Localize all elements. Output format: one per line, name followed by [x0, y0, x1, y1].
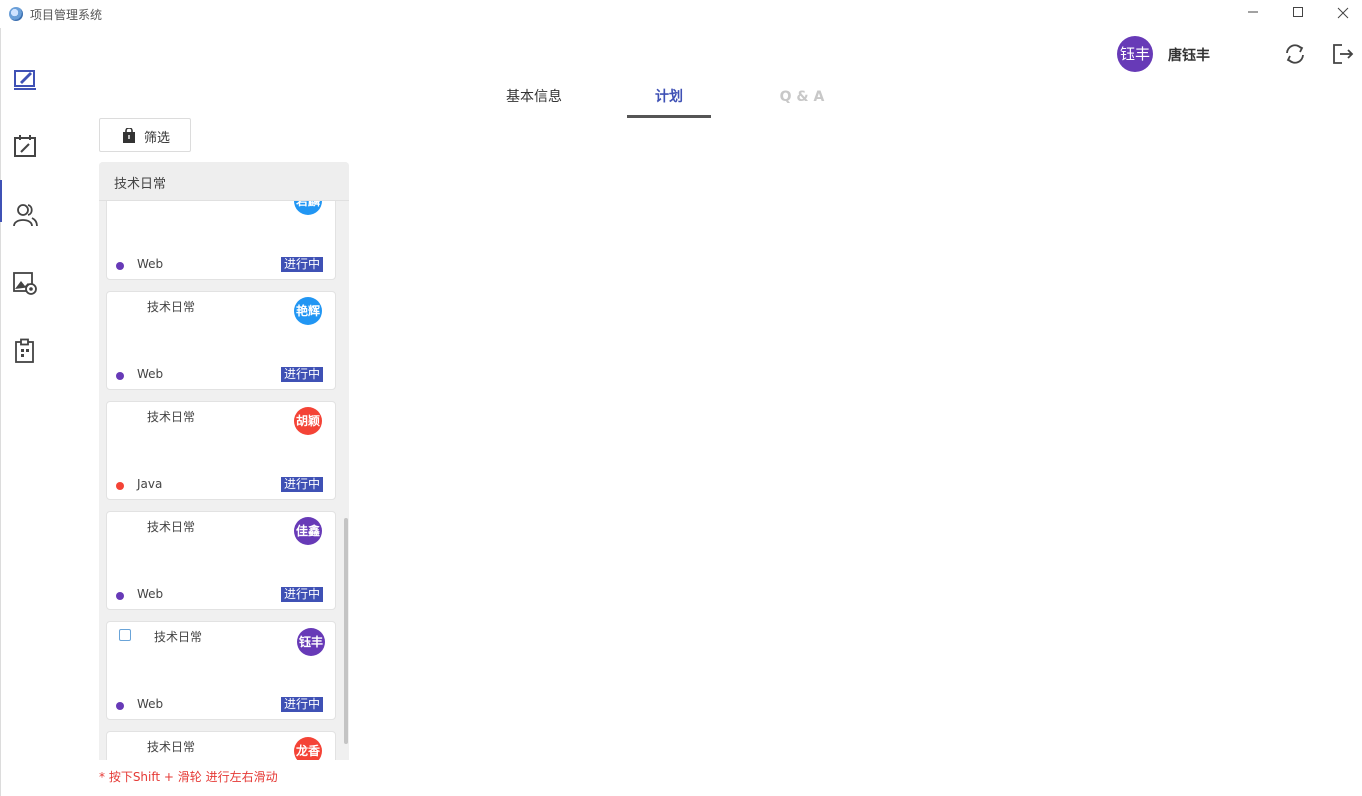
clipboard-icon	[15, 338, 34, 363]
status-badge: 进行中	[281, 697, 324, 712]
tech-dot-icon	[116, 372, 124, 380]
card-tech: Web	[137, 697, 164, 711]
logout-button[interactable]	[1331, 42, 1355, 66]
column-header: 技术日常	[99, 162, 349, 201]
refresh-icon	[1286, 44, 1304, 64]
edit-note-icon	[14, 70, 36, 90]
task-card[interactable]: 若麟 Web 进行中	[106, 201, 336, 280]
card-title: 技术日常	[147, 410, 196, 424]
card-title: 技术日常	[147, 740, 196, 754]
minimize-icon	[1248, 11, 1258, 13]
card-assignee-avatar: 佳鑫	[294, 517, 322, 545]
maximize-button[interactable]	[1285, 4, 1311, 24]
task-card[interactable]: 技术日常 钰丰 Web 进行中	[106, 621, 336, 720]
image-settings-icon	[13, 272, 37, 295]
status-badge: 进行中	[281, 367, 324, 382]
sidebar-item-calendar[interactable]	[12, 133, 38, 159]
tab-bar: 基本信息 计划 Q & A	[474, 80, 884, 118]
calendar-edit-icon	[14, 135, 36, 157]
active-tab-indicator	[627, 115, 711, 118]
card-title: 技术日常	[154, 630, 203, 644]
tech-dot-icon	[116, 482, 124, 490]
minimize-button[interactable]	[1240, 4, 1266, 24]
card-assignee-avatar: 钰丰	[297, 628, 325, 656]
kanban-column: 技术日常 若麟 Web 进行中 技术日常 艳辉 Web 进行中 技术日常 胡颖 …	[99, 162, 349, 760]
maximize-icon	[1293, 7, 1303, 17]
card-assignee-avatar: 龙香	[294, 737, 322, 760]
tab-basic-info[interactable]: 基本信息	[474, 80, 594, 118]
sidebar-edge	[0, 28, 1, 796]
sidebar-item-image-settings[interactable]	[12, 270, 38, 296]
status-badge: 进行中	[281, 587, 324, 602]
tab-plan[interactable]: 计划	[627, 80, 711, 118]
card-assignee-avatar: 胡颖	[294, 407, 322, 435]
card-title: 技术日常	[147, 520, 196, 534]
card-assignee-avatar: 艳辉	[294, 297, 322, 325]
window-title: 项目管理系统	[30, 8, 103, 22]
user-avatar[interactable]: 钰丰	[1117, 36, 1153, 72]
card-tech: Web	[137, 587, 164, 601]
logout-icon	[1333, 44, 1354, 64]
people-icon	[13, 204, 38, 227]
shopping-bag-icon	[123, 128, 135, 143]
close-button[interactable]	[1330, 4, 1356, 24]
sidebar-item-edit[interactable]	[12, 66, 38, 92]
card-tech: Java	[137, 477, 163, 491]
app-logo-icon	[9, 7, 23, 21]
column-title: 技术日常	[114, 177, 167, 192]
scroll-hint: * 按下Shift + 滑轮 进行左右滑动	[99, 770, 278, 784]
task-card[interactable]: 技术日常 佳鑫 Web 进行中	[106, 511, 336, 610]
tech-dot-icon	[116, 702, 124, 710]
card-list[interactable]: 若麟 Web 进行中 技术日常 艳辉 Web 进行中 技术日常 胡颖 Java …	[99, 201, 349, 760]
task-card[interactable]: 技术日常 艳辉 Web 进行中	[106, 291, 336, 390]
status-badge: 进行中	[281, 257, 324, 272]
tech-dot-icon	[116, 262, 124, 270]
tab-qa: Q & A	[779, 89, 825, 105]
title-bar: 项目管理系统	[0, 0, 1362, 28]
close-icon	[1337, 7, 1349, 19]
filter-label: 筛选	[144, 131, 171, 146]
tech-dot-icon	[116, 592, 124, 600]
column-scrollbar[interactable]	[344, 518, 348, 744]
card-checkbox[interactable]	[119, 629, 131, 641]
sidebar-item-members[interactable]	[12, 202, 38, 228]
task-card[interactable]: 技术日常 胡颖 Java 进行中	[106, 401, 336, 500]
task-card[interactable]: 技术日常 龙香	[106, 731, 336, 760]
sidebar-edge-highlight	[0, 180, 2, 222]
status-badge: 进行中	[281, 477, 324, 492]
card-assignee-avatar: 若麟	[294, 201, 322, 215]
user-name: 唐钰丰	[1168, 48, 1210, 64]
card-tech: Web	[137, 367, 164, 381]
sidebar-item-clipboard[interactable]	[12, 338, 38, 364]
filter-button[interactable]: 筛选	[99, 118, 191, 152]
refresh-button[interactable]	[1283, 42, 1307, 66]
card-title: 技术日常	[147, 300, 196, 314]
card-tech: Web	[137, 257, 164, 271]
